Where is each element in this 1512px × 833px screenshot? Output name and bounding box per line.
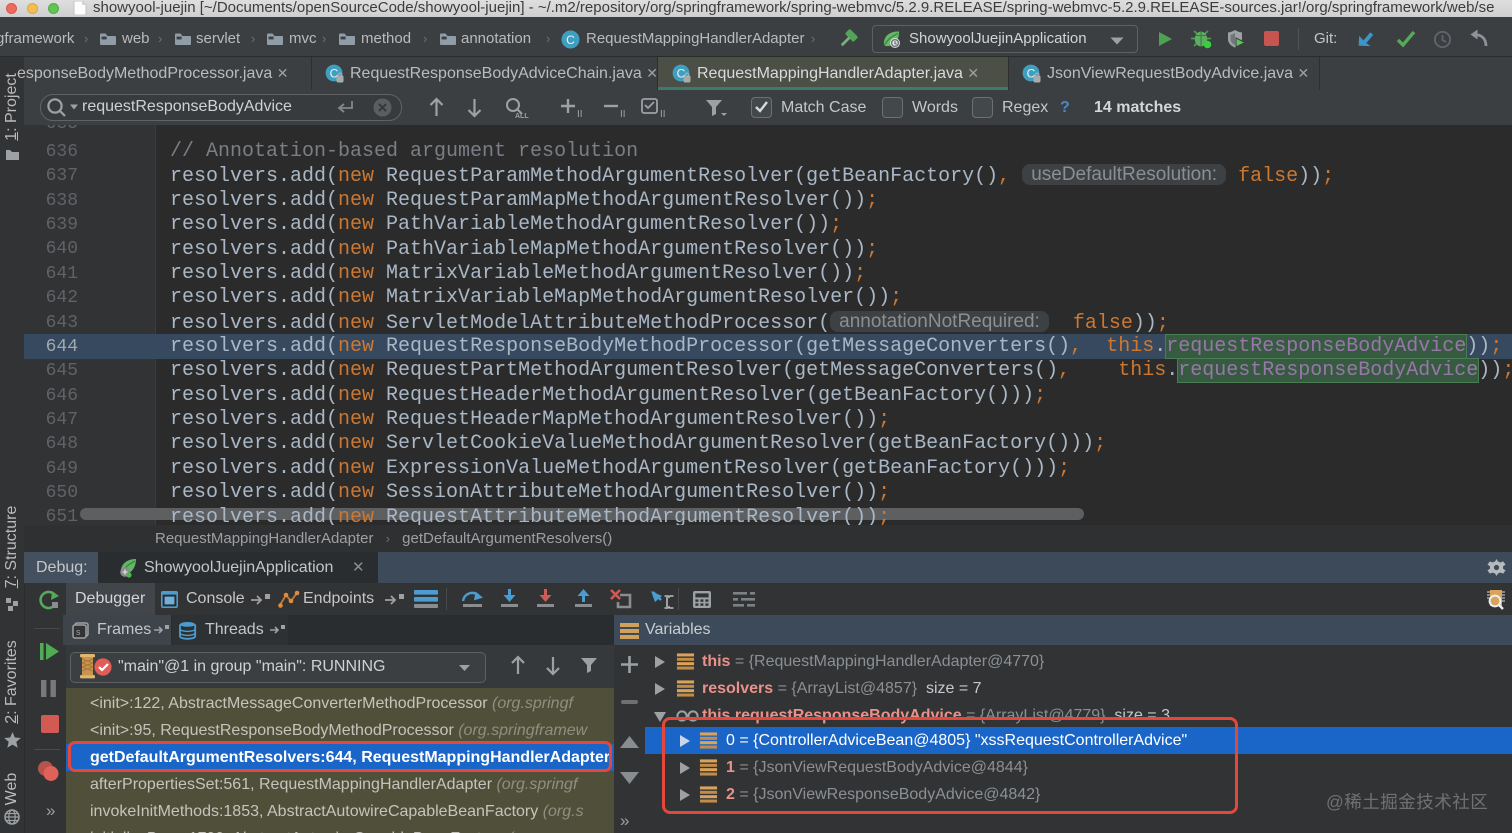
svg-text:II: II <box>660 109 666 119</box>
svg-text:ALL: ALL <box>515 113 529 119</box>
svg-text:II: II <box>577 109 583 119</box>
svg-text:C: C <box>566 33 575 47</box>
svg-text:s: s <box>76 627 81 637</box>
svg-text:II: II <box>620 109 626 119</box>
